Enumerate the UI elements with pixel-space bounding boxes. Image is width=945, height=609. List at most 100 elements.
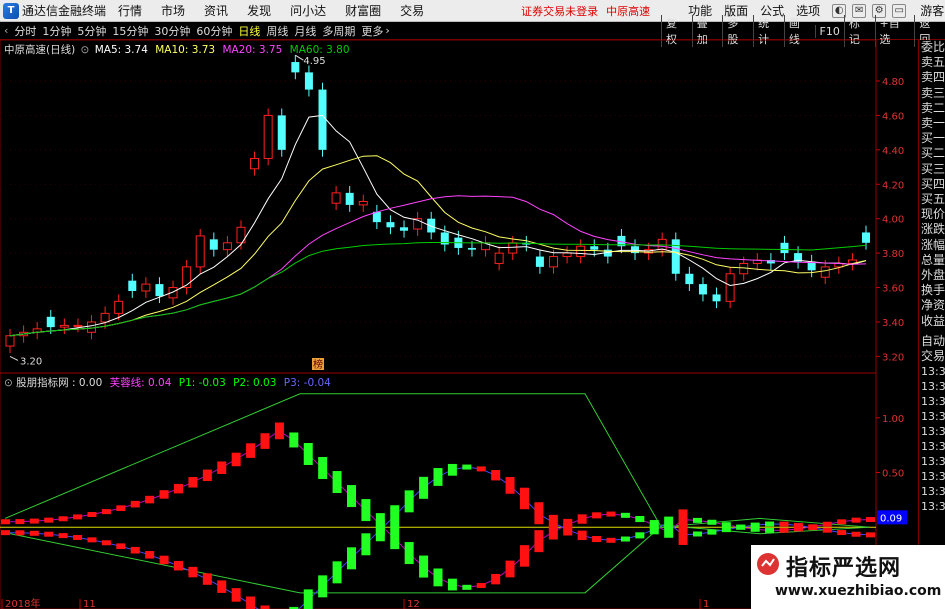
candle-body-51 xyxy=(698,284,707,295)
period-more[interactable]: 更多 xyxy=(361,23,383,39)
side-item-14: 总量 xyxy=(921,252,945,267)
ind-block-upper-43 xyxy=(620,512,630,518)
candle-body-60 xyxy=(820,266,830,278)
ind-block-lower-23 xyxy=(332,561,342,584)
period-daily[interactable]: 日线 xyxy=(238,23,260,39)
ind-block-lower-1 xyxy=(15,530,25,536)
ind-block-lower-10 xyxy=(145,551,155,559)
ind-block-lower-58 xyxy=(837,530,847,536)
candle-body-52 xyxy=(712,294,721,302)
ind-block-upper-11 xyxy=(159,490,169,499)
menu-zixun[interactable]: 资讯 xyxy=(204,2,228,19)
period-15min[interactable]: 15分钟 xyxy=(112,23,148,39)
ind-block-lower-35 xyxy=(505,477,515,494)
ind-block-upper-49 xyxy=(707,519,717,525)
x-label-3: 1 xyxy=(703,599,709,609)
candle-body-19 xyxy=(263,114,273,159)
main-chart-info: 中原高速(日线) ⊙ MA5: 3.74 MA10: 3.73 MA20: 3.… xyxy=(4,42,350,57)
side-item-20: 交易 xyxy=(921,349,945,364)
period-30min[interactable]: 30分钟 xyxy=(154,23,190,39)
ind-block-upper-27 xyxy=(390,527,400,550)
ind-block-lower-32 xyxy=(462,464,472,470)
period-multi[interactable]: 多周期 xyxy=(322,23,355,39)
more-chevron-icon[interactable]: › xyxy=(385,24,389,37)
candle-body-18 xyxy=(250,157,260,170)
low-pointer xyxy=(9,355,19,361)
ind-block-lower-27 xyxy=(390,505,400,528)
period-monthly[interactable]: 月线 xyxy=(294,23,316,39)
ind-block-upper-22 xyxy=(318,457,328,480)
side-time-7: 13:39 xyxy=(921,470,945,484)
indicator-value0: : 0.00 xyxy=(72,377,103,389)
candle-body-26 xyxy=(358,200,368,206)
ind-block-upper-17 xyxy=(246,443,256,458)
ind-block-upper-25 xyxy=(361,499,371,522)
quote-side-panel: 委比 卖五 卖四 卖三 卖二 卖一 买一 买二 买三 买四 买五 现价 涨跌 涨幅 总量 外盘 换手 净资 收益 自动… xyxy=(918,40,945,609)
chart-options-icon[interactable]: ⊙ xyxy=(81,44,90,56)
p3-label: P3: -0.04 xyxy=(283,377,331,389)
ind-block-lower-34 xyxy=(491,470,501,481)
menu-wenxiaoda[interactable]: 问小达 xyxy=(290,2,326,19)
menu-caifuquan[interactable]: 财富圈 xyxy=(345,2,381,19)
watermark-url: www.xuezhibiao.com xyxy=(775,583,942,599)
candle-body-40 xyxy=(548,256,558,268)
candle-body-21 xyxy=(291,62,300,73)
ind-block-upper-54 xyxy=(779,527,789,533)
side-item-10: 买五 xyxy=(921,192,945,207)
side-item-1: 卖五 xyxy=(921,55,945,70)
kline-chart[interactable]: 4.80 4.60 4.40 4.20 4.00 3.80 3.60 3.40 3.20 4.95… xyxy=(0,40,918,609)
candle-body-4 xyxy=(59,324,69,328)
period-60min[interactable]: 60分钟 xyxy=(196,23,232,39)
ind-block-upper-32 xyxy=(462,584,472,590)
trade-login-notice[interactable]: 证券交易未登录 xyxy=(521,3,598,19)
x-label-2: 12 xyxy=(407,599,420,609)
menu-jiaoyi[interactable]: 交易 xyxy=(400,2,424,19)
ind-block-lower-11 xyxy=(159,555,169,565)
btn-f10[interactable]: F10 xyxy=(814,24,844,38)
ind-y-label-0: 1.00 xyxy=(882,414,904,425)
side-time-9: 13:39 xyxy=(921,500,945,514)
period-weekly[interactable]: 周线 xyxy=(266,23,288,39)
ind-block-upper-8 xyxy=(116,505,126,512)
ind-block-lower-13 xyxy=(188,566,198,578)
candle-body-8 xyxy=(114,300,124,314)
menu-faxian[interactable]: 发现 xyxy=(247,2,271,19)
ind-block-lower-42 xyxy=(606,537,616,543)
side-item-13: 涨幅 xyxy=(921,237,945,252)
ind-block-lower-30 xyxy=(433,468,443,486)
ind-block-lower-52 xyxy=(750,522,760,528)
toolbar-left-arrow-icon[interactable]: ‹ xyxy=(4,24,8,37)
ind-block-upper-28 xyxy=(404,542,414,565)
side-time-1: 13:38 xyxy=(921,380,945,394)
ind-block-lower-16 xyxy=(231,588,241,602)
candle-body-39 xyxy=(535,256,544,267)
ind-block-upper-1 xyxy=(15,519,25,525)
indicator-options-icon[interactable]: ⊙ xyxy=(4,377,13,389)
period-5min[interactable]: 5分钟 xyxy=(77,23,106,39)
ind-block-upper-19 xyxy=(274,422,284,440)
menu-shichang[interactable]: 市场 xyxy=(161,2,185,19)
ind-block-lower-56 xyxy=(808,525,818,531)
candle-body-11 xyxy=(155,284,164,297)
ind-block-upper-57 xyxy=(822,521,832,527)
y-tick-label-0: 4.80 xyxy=(882,77,904,88)
ind-block-lower-47 xyxy=(678,524,688,545)
indicator-name: 股朋指标网 xyxy=(16,377,69,389)
ind-block-lower-17 xyxy=(246,596,256,609)
ind-block-lower-48 xyxy=(693,531,702,537)
menu-hangqing[interactable]: 行情 xyxy=(118,2,142,19)
ind-block-lower-28 xyxy=(404,490,414,513)
furong-line-label: 芙蓉线: xyxy=(109,377,145,389)
ind-block-upper-2 xyxy=(29,518,39,524)
candle-body-53 xyxy=(725,273,735,302)
ind-block-lower-4 xyxy=(58,533,68,539)
period-1min[interactable]: 1分钟 xyxy=(42,23,71,39)
ind-block-upper-29 xyxy=(419,555,429,578)
ma5-line xyxy=(9,114,867,337)
stock-name-notice: 中原高速 xyxy=(606,4,651,18)
ind-block-lower-46 xyxy=(664,516,674,529)
candle-body-10 xyxy=(141,283,151,292)
period-fenshi[interactable]: 分时 xyxy=(14,23,36,39)
y-tick-label-8: 3.20 xyxy=(882,352,904,363)
ind-block-upper-20 xyxy=(289,432,299,448)
